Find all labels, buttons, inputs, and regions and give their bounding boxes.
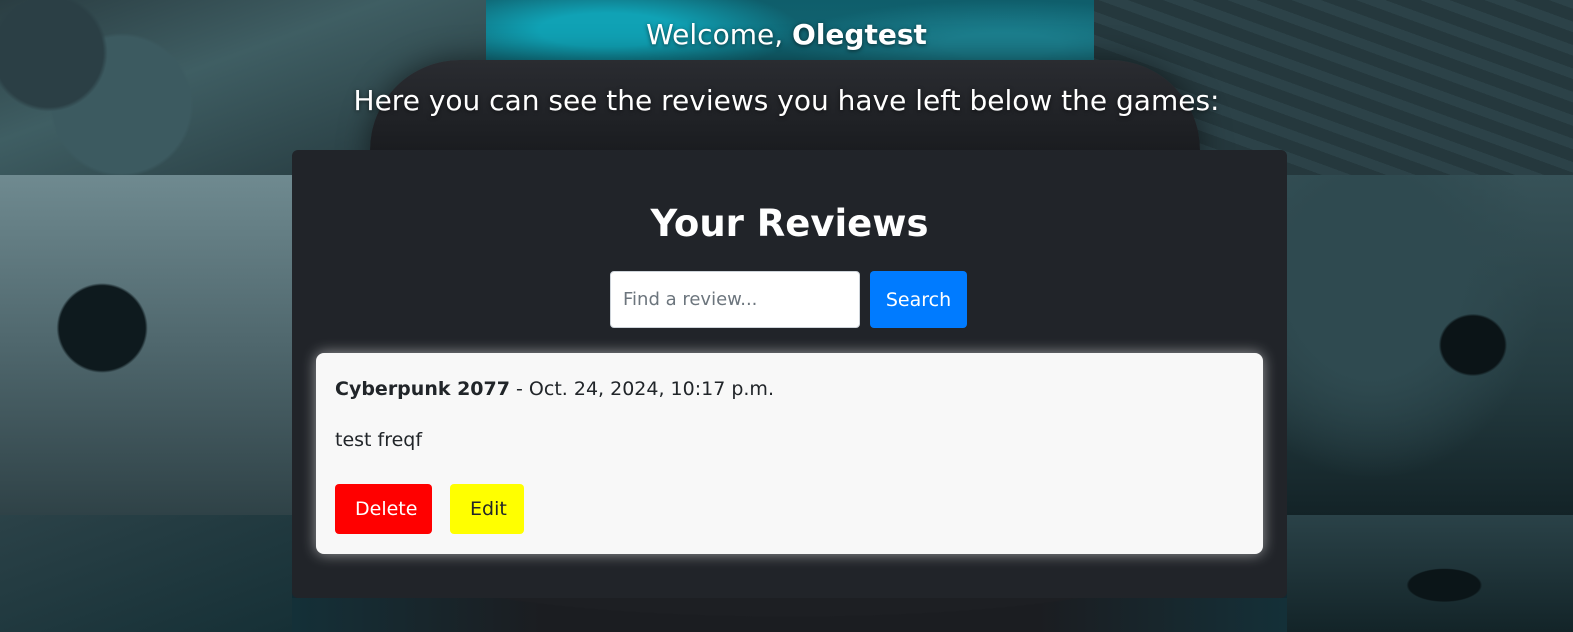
background-tile: [0, 175, 292, 515]
username: Olegtest: [792, 18, 927, 51]
background-tile: [0, 515, 292, 632]
page-subtitle: Here you can see the reviews you have le…: [353, 84, 1220, 117]
background-tile: [1287, 515, 1573, 632]
review-game-title: Cyberpunk 2077: [335, 378, 510, 400]
search-form: Search: [610, 271, 967, 328]
review-date: Oct. 24, 2024, 10:17 p.m.: [528, 378, 774, 400]
review-separator: -: [509, 378, 529, 400]
panel-title: Your Reviews: [650, 202, 929, 245]
delete-button[interactable]: Delete: [335, 484, 432, 534]
reviews-panel: Your Reviews Search Cyberpunk 2077 - Oct…: [292, 150, 1287, 598]
review-header: Cyberpunk 2077 - Oct. 24, 2024, 10:17 p.…: [335, 378, 774, 400]
background-tile: [1287, 175, 1573, 515]
search-input[interactable]: [610, 271, 860, 328]
welcome-heading: Welcome, Olegtest: [0, 18, 1573, 51]
review-text: test freqf: [335, 429, 423, 451]
review-actions: Delete Edit: [335, 484, 524, 534]
review-card: Cyberpunk 2077 - Oct. 24, 2024, 10:17 p.…: [316, 353, 1263, 554]
search-button[interactable]: Search: [870, 271, 967, 328]
edit-button[interactable]: Edit: [450, 484, 524, 534]
welcome-prefix: Welcome,: [646, 18, 793, 51]
